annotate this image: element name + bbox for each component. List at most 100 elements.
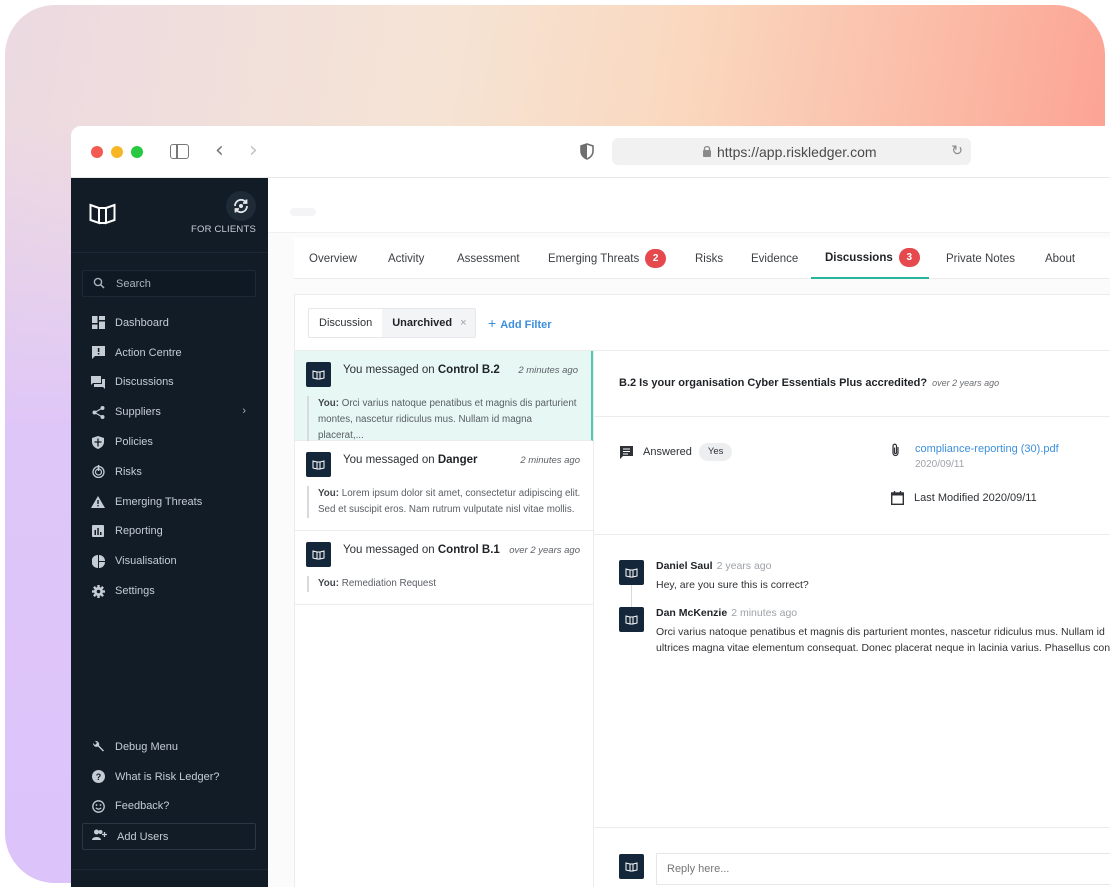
tab-label: About	[1045, 252, 1076, 265]
sidebar-item-feedback[interactable]: Feedback?	[71, 792, 268, 822]
pie-chart-icon	[91, 554, 105, 568]
sidebar-item-label: Debug Menu	[115, 740, 178, 753]
discussion-detail: B.2 Is your organisation Cyber Essential…	[594, 351, 1110, 887]
tab-assessment[interactable]: Assessment	[455, 238, 522, 279]
avatar	[619, 607, 644, 632]
reload-icon[interactable]: ↻	[951, 143, 963, 159]
avatar	[306, 452, 331, 477]
book-icon	[312, 369, 325, 380]
last-modified-label: Last Modified 2020/09/11	[914, 492, 1037, 504]
sidebar-toggle-icon[interactable]	[170, 144, 189, 159]
maximize-window-button[interactable]	[131, 146, 143, 158]
last-modified: Last Modified 2020/09/11	[891, 491, 1037, 505]
sidebar-item-label: Action Centre	[115, 346, 182, 359]
plus-icon: +	[488, 315, 497, 331]
page-header	[268, 178, 1110, 233]
sidebar-item-risks[interactable]: Risks	[71, 457, 268, 487]
answered-value-pill: Yes	[698, 443, 733, 461]
dashboard-icon	[91, 316, 105, 330]
attachment: compliance-reporting (30).pdf 2020/09/11	[891, 443, 1059, 470]
back-button[interactable]: ‹	[215, 140, 224, 162]
sidebar-item-discussions[interactable]: Discussions	[71, 368, 268, 398]
action-centre-icon	[91, 346, 105, 360]
question-time: over 2 years ago	[932, 378, 1000, 388]
message-list: Daniel Saul 2 years ago Hey, are you sure…	[594, 535, 1110, 827]
sidebar-item-reporting[interactable]: Reporting	[71, 517, 268, 547]
sidebar-item-settings[interactable]: Settings	[71, 576, 268, 606]
message-body: Hey, are you sure this is correct?	[656, 579, 809, 591]
filter-bar: Discussion Unarchived × + Add Filter	[295, 295, 1110, 351]
lock-icon	[703, 145, 711, 157]
close-window-button[interactable]	[91, 146, 103, 158]
tab-label: Activity	[388, 252, 425, 265]
thread-item[interactable]: You messaged on Danger 2 minutes ago You…	[295, 441, 593, 531]
search-input[interactable]: Search	[82, 270, 256, 297]
tab-label: Discussions	[825, 251, 893, 264]
tab-bar: Overview Activity Assessment Emerging Th…	[294, 238, 1110, 279]
search-placeholder: Search	[116, 278, 151, 290]
tab-evidence[interactable]: Evidence	[749, 238, 800, 279]
sidebar-item-label: Dashboard	[115, 316, 169, 329]
sidebar-item-label: Policies	[115, 436, 153, 449]
attachment-link[interactable]: compliance-reporting (30).pdf	[915, 443, 1059, 455]
filter-value: Unarchived ×	[382, 309, 475, 337]
risk-ledger-logo-icon[interactable]	[89, 203, 116, 225]
reply-area	[594, 827, 1110, 887]
main-content: Overview Activity Assessment Emerging Th…	[268, 178, 1110, 887]
close-icon[interactable]: ×	[460, 317, 466, 329]
tab-overview[interactable]: Overview	[307, 238, 359, 279]
smiley-icon	[91, 799, 105, 813]
nav-list: Dashboard Action Centre Discussions Supp…	[71, 308, 268, 606]
tab-about[interactable]: About	[1043, 238, 1077, 279]
browser-window: ‹ › https://app.riskledger.com ↻ FOR CLI…	[71, 126, 1110, 887]
privacy-shield-icon[interactable]	[580, 143, 594, 160]
thread-item[interactable]: You messaged on Control B.2 2 minutes ag…	[295, 351, 593, 444]
address-bar[interactable]: https://app.riskledger.com ↻	[612, 138, 971, 165]
minimize-window-button[interactable]	[111, 146, 123, 158]
thread-item[interactable]: You messaged on Control B.1 over 2 years…	[295, 531, 593, 605]
sidebar-item-what-is-risk-ledger[interactable]: ? What is Risk Ledger?	[71, 762, 268, 792]
count-badge: 2	[645, 249, 667, 268]
sidebar-item-debug-menu[interactable]: Debug Menu	[71, 732, 268, 762]
add-filter-button[interactable]: + Add Filter	[488, 315, 552, 331]
sidebar-item-visualisation[interactable]: Visualisation	[71, 546, 268, 576]
sidebar-item-label: Reporting	[115, 525, 163, 538]
gear-icon	[91, 584, 105, 598]
sidebar-item-dashboard[interactable]: Dashboard	[71, 308, 268, 338]
tab-risks[interactable]: Risks	[693, 238, 725, 279]
tab-emerging-threats[interactable]: Emerging Threats 2	[546, 238, 668, 279]
forward-button[interactable]: ›	[249, 140, 258, 162]
calendar-icon	[891, 491, 904, 505]
reply-input[interactable]	[656, 853, 1110, 885]
thread-time: 2 minutes ago	[518, 365, 578, 376]
sidebar-item-label: Settings	[115, 585, 155, 598]
question-meta: Answered Yes compliance-reporting (30).p…	[594, 417, 1110, 535]
message-author: Dan McKenzie 2 minutes ago	[656, 607, 798, 619]
message-body: Orci varius natoque penatibus et magnis …	[656, 626, 1110, 654]
bar-chart-icon	[91, 524, 105, 538]
question-title: B.2 Is your organisation Cyber Essential…	[619, 377, 1000, 389]
tab-discussions[interactable]: Discussions 3	[811, 238, 929, 279]
filter-chip[interactable]: Discussion Unarchived ×	[308, 308, 476, 338]
sidebar-item-suppliers[interactable]: Suppliers ›	[71, 397, 268, 427]
tab-label: Risks	[695, 252, 724, 265]
tab-activity[interactable]: Activity	[386, 238, 426, 279]
sidebar-item-action-centre[interactable]: Action Centre	[71, 338, 268, 368]
chevron-right-icon: ›	[242, 405, 246, 418]
thread-preview: You: Orci varius natoque penatibus et ma…	[307, 396, 579, 444]
add-filter-label: Add Filter	[500, 319, 552, 331]
tab-private-notes[interactable]: Private Notes	[944, 238, 1017, 279]
thread-title: You messaged on Control B.1	[343, 544, 500, 556]
svg-text:?: ?	[95, 772, 101, 782]
filter-value-text: Unarchived	[392, 317, 453, 329]
comment-icon	[620, 445, 633, 459]
search-icon	[93, 277, 105, 289]
add-users-button[interactable]: Add Users	[82, 823, 256, 850]
switch-mode-button[interactable]	[226, 191, 256, 221]
sidebar-item-emerging-threats[interactable]: Emerging Threats	[71, 487, 268, 517]
url-text: https://app.riskledger.com	[717, 144, 877, 160]
add-user-icon	[92, 828, 107, 846]
sidebar-item-policies[interactable]: Policies	[71, 427, 268, 457]
avatar	[619, 854, 644, 879]
filter-key: Discussion	[319, 317, 373, 329]
